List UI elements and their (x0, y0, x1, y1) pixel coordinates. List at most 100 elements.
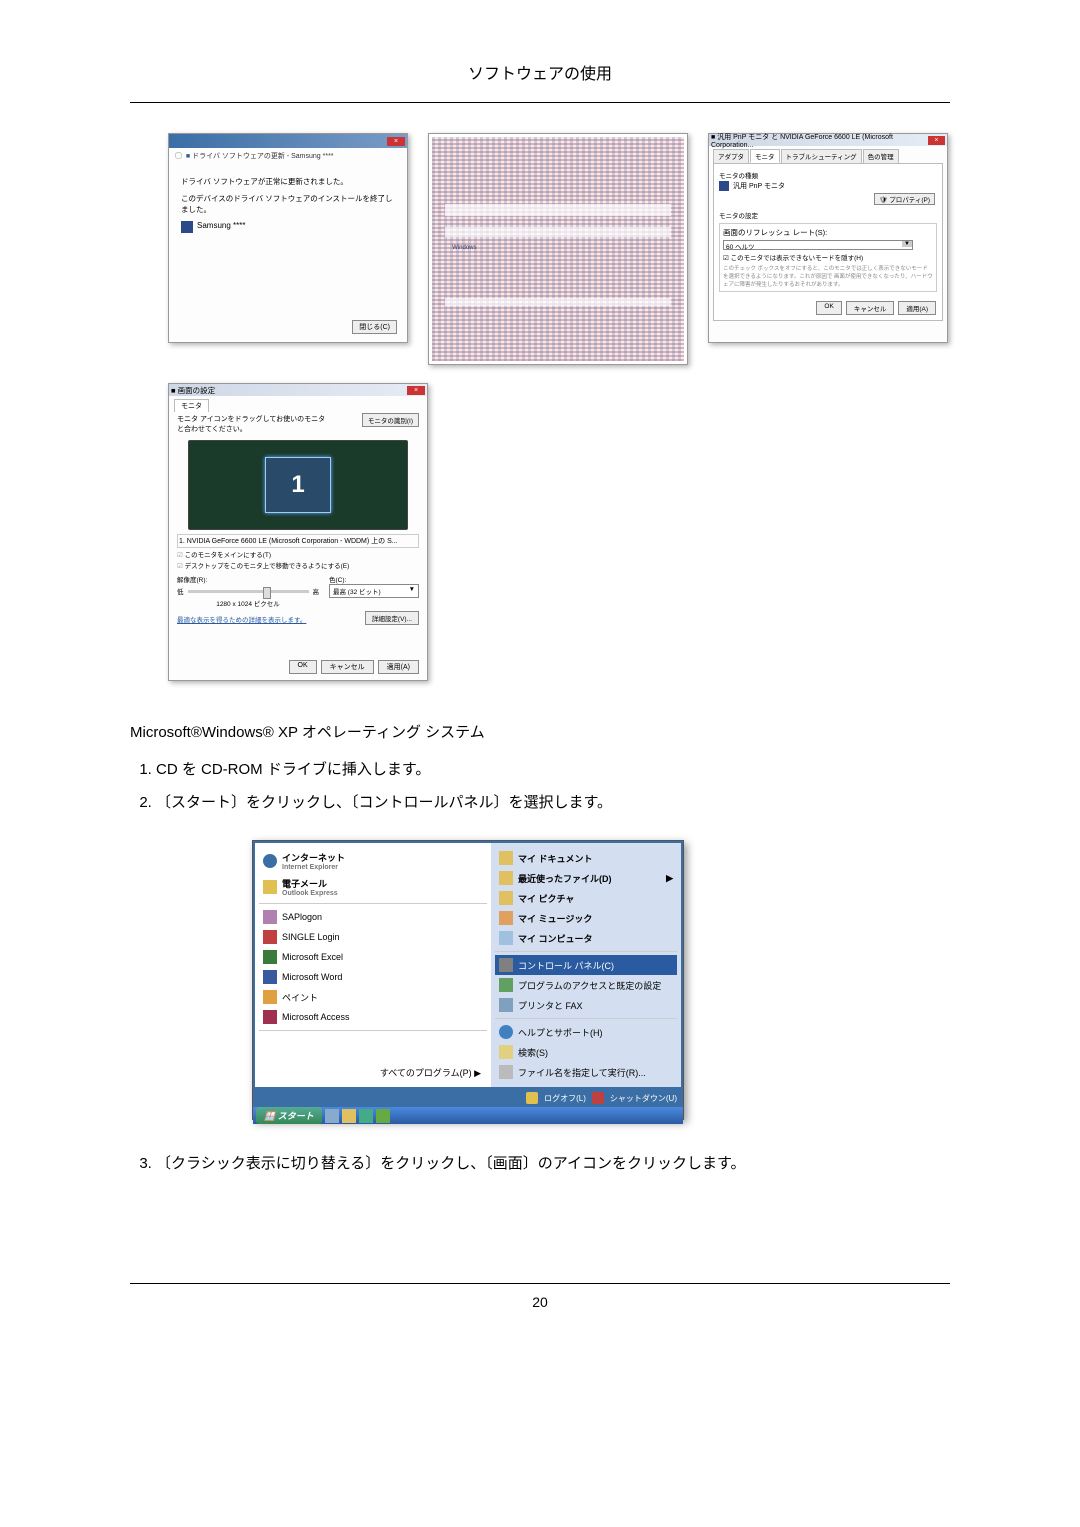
page-number: 20 (130, 1283, 950, 1320)
cancel-button[interactable]: キャンセル (846, 301, 895, 315)
display-selector[interactable]: 1. NVIDIA GeForce 6600 LE (Microsoft Cor… (177, 534, 419, 548)
sm-search[interactable]: 検索(S) (495, 1042, 677, 1062)
primary-monitor-checkbox[interactable]: このモニタをメインにする(T) (177, 549, 419, 559)
extend-desktop-checkbox[interactable]: デスクトップをこのモニタ上で移動できるようにする(E) (177, 560, 419, 570)
sm-all-programs[interactable]: すべてのプログラム(P) ▶ (259, 1063, 487, 1082)
step-1: CD を CD-ROM ドライブに挿入します。 (156, 758, 950, 779)
identify-button[interactable]: モニタの識別(I) (362, 413, 419, 427)
help-icon (499, 1025, 513, 1039)
sm-excel[interactable]: Microsoft Excel (259, 947, 487, 967)
sm-mycomputer[interactable]: マイ コンピュータ (495, 928, 677, 948)
dialog-corrupted-screenshot: Windows (428, 133, 688, 365)
close-icon[interactable]: × (387, 137, 405, 146)
ie-icon (263, 854, 277, 868)
refresh-rate-dropdown[interactable]: 60 ヘルツ ▼ (723, 240, 913, 250)
start-menu-screenshot: インターネットInternet Explorer 電子メールOutlook Ex… (252, 840, 684, 1120)
close-button[interactable]: 閉じる(C) (352, 320, 397, 334)
resolution-label: 解像度(R): (177, 574, 319, 584)
cancel-button[interactable]: キャンセル (321, 660, 374, 674)
dialog-message-2: このデバイスのドライバ ソフトウェアのインストールを終了しました。 (181, 193, 395, 215)
monitor-name: Samsung **** (197, 221, 245, 230)
tab-troubleshoot[interactable]: トラブルシューティング (781, 149, 862, 163)
dialog-display-settings: ■ 画面の設定 × モニタ モニタの識別(I) モニタ アイコンをドラッグしてお… (168, 383, 428, 681)
ok-button[interactable]: OK (289, 660, 317, 674)
page-header: ソフトウェアの使用 (130, 0, 950, 103)
properties-button[interactable]: 🛡 プロパティ(P) (874, 193, 935, 205)
monitor-icon (719, 181, 729, 191)
tab-monitor[interactable]: モニタ (174, 399, 209, 412)
paint-icon (263, 990, 277, 1004)
logoff-button[interactable]: ログオフ(L) (544, 1093, 586, 1104)
taskbar-icon[interactable] (325, 1109, 339, 1123)
close-icon[interactable]: × (407, 386, 425, 395)
sm-mydocuments[interactable]: マイ ドキュメント (495, 848, 677, 868)
tab-adapter[interactable]: アダプタ (713, 149, 749, 163)
optimal-display-link[interactable]: 最適な表示を得るための詳細を表示します。 (177, 614, 306, 624)
shutdown-icon (592, 1092, 604, 1104)
run-icon (499, 1065, 513, 1079)
advanced-button[interactable]: 詳細設定(V)... (365, 611, 419, 625)
access-icon (263, 1010, 277, 1024)
dialog-title: ■ 汎用 PnP モニタ と NVIDIA GeForce 6600 LE (M… (711, 132, 928, 149)
sm-access[interactable]: Microsoft Access (259, 1007, 487, 1027)
taskbar-icon[interactable] (376, 1109, 390, 1123)
prog-icon (499, 978, 513, 992)
cpl-icon (499, 958, 513, 972)
sm-email[interactable]: 電子メールOutlook Express (259, 874, 487, 900)
color-label: 色(C): (329, 574, 419, 584)
ok-button[interactable]: OK (816, 301, 841, 315)
sm-paint[interactable]: ペイント (259, 987, 487, 1007)
folder-icon (499, 851, 513, 865)
taskbar-icon[interactable] (359, 1109, 373, 1123)
monitor-1-icon[interactable]: 1 (265, 457, 331, 513)
resolution-slider[interactable]: 低 高 (177, 586, 319, 596)
logoff-icon (526, 1092, 538, 1104)
sm-mymusic[interactable]: マイ ミュージック (495, 908, 677, 928)
sm-word[interactable]: Microsoft Word (259, 967, 487, 987)
sm-single-login[interactable]: SINGLE Login (259, 927, 487, 947)
warning-text: このチェック ボックスをオフにすると、このモニタでは正しく表示できないモードを選… (723, 264, 933, 288)
screenshot-grid: × ◯ ■ ドライバ ソフトウェアの更新 - Samsung **** ドライバ… (168, 133, 950, 681)
sm-saplogon[interactable]: SAPlogon (259, 907, 487, 927)
sm-internet[interactable]: インターネットInternet Explorer (259, 848, 487, 874)
fragment-text: Windows (452, 245, 476, 251)
tab-color[interactable]: 色の管理 (863, 149, 899, 163)
folder-icon (499, 891, 513, 905)
breadcrumb: ◯ ■ ドライバ ソフトウェアの更新 - Samsung **** (169, 148, 407, 164)
folder-icon (499, 871, 513, 885)
sap-icon (263, 910, 277, 924)
tab-monitor[interactable]: モニタ (750, 149, 780, 163)
color-select[interactable]: 最高 (32 ビット) ▼ (329, 584, 419, 598)
resolution-value: 1280 x 1024 ピクセル (177, 598, 319, 608)
sm-printers[interactable]: プリンタと FAX (495, 995, 677, 1015)
sm-run[interactable]: ファイル名を指定して実行(R)... (495, 1062, 677, 1082)
step-3: 〔クラシック表示に切り替える〕をクリックし、〔画面〕のアイコンをクリックします。 (156, 1152, 950, 1173)
monitor-icon (181, 221, 193, 233)
close-icon[interactable]: × (928, 136, 945, 145)
drag-instruction: モニタ アイコンをドラッグしてお使いのモニタと合わせてください。 (177, 414, 327, 434)
dialog-message: ドライバ ソフトウェアが正常に更新されました。 (181, 176, 395, 187)
music-icon (499, 911, 513, 925)
sm-help[interactable]: ヘルプとサポート(H) (495, 1022, 677, 1042)
apply-button[interactable]: 適用(A) (378, 660, 419, 674)
shutdown-button[interactable]: シャットダウン(U) (610, 1093, 677, 1104)
computer-icon (499, 931, 513, 945)
start-button[interactable]: 🪟 スタート (256, 1107, 322, 1124)
sm-control-panel[interactable]: コントロール パネル(C) (495, 955, 677, 975)
refresh-rate-label: 画面のリフレッシュ レート(S): (723, 227, 933, 238)
step-2: 〔スタート〕をクリックし、〔コントロールパネル〕を選択します。 (156, 791, 950, 812)
dialog-driver-updated: × ◯ ■ ドライバ ソフトウェアの更新 - Samsung **** ドライバ… (168, 133, 408, 343)
apply-button[interactable]: 適用(A) (898, 301, 936, 315)
titlebar: × (169, 134, 407, 148)
os-heading: Microsoft®Windows® XP オペレーティング システム (130, 721, 950, 742)
word-icon (263, 970, 277, 984)
hide-modes-checkbox[interactable]: このモニタでは表示できないモードを隠す(H) (723, 252, 933, 262)
sm-program-access[interactable]: プログラムのアクセスと既定の設定 (495, 975, 677, 995)
taskbar-icon[interactable] (342, 1109, 356, 1123)
monitor-preview[interactable]: 1 (188, 440, 408, 530)
sm-recent[interactable]: 最近使ったファイル(D)▶ (495, 868, 677, 888)
dialog-title: ■ 画面の設定 (171, 385, 215, 396)
single-icon (263, 930, 277, 944)
sm-mypictures[interactable]: マイ ピクチャ (495, 888, 677, 908)
mail-icon (263, 880, 277, 894)
